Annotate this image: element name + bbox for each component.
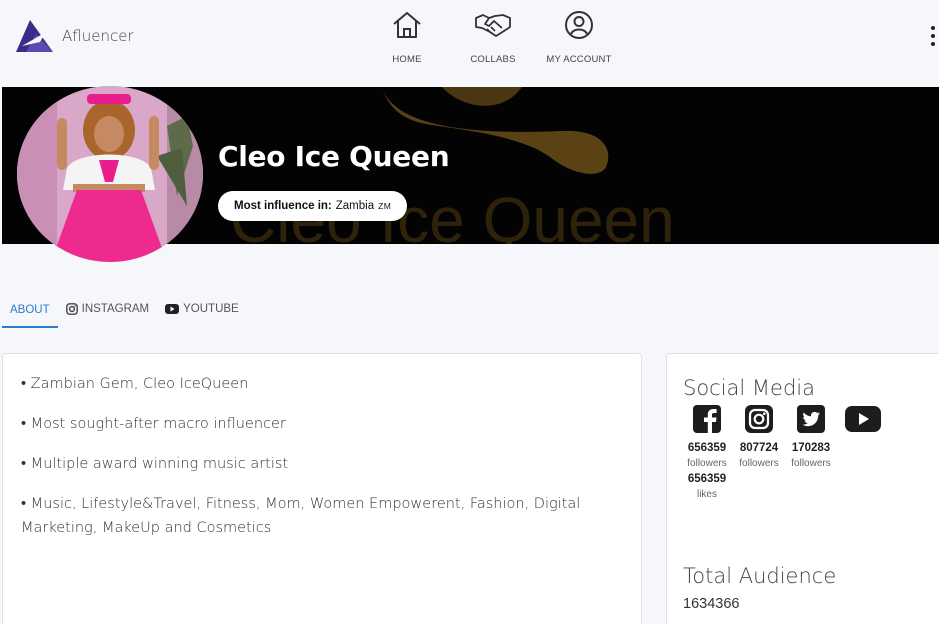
youtube-icon [165,304,180,314]
social-unit: likes [696,489,717,500]
nav-collabs[interactable]: COLLABS [458,8,528,65]
nav-my-account[interactable]: MY ACCOUNT [544,8,614,65]
social-unit: followers [687,458,727,469]
youtube-icon [845,404,881,434]
profile-avatar [17,86,203,262]
about-line: • Zambian Gem, Cleo IceQueen [21,376,249,392]
social-stat-youtube-likes[interactable]: 656359 likes [681,473,733,500]
top-navbar: Afluencer HOME COLLABS MY ACCOUNT [0,0,939,86]
social-count: 656359 [687,473,727,485]
nav-home-label: HOME [392,54,422,65]
social-stat-facebook[interactable]: 656359 followers [681,404,733,469]
facebook-icon [693,404,721,434]
tab-youtube[interactable]: YOUTUBE [157,298,247,324]
tab-instagram-label: INSTAGRAM [81,303,150,315]
handshake-icon [474,8,512,42]
social-stats-grid: 656359 followers 807724 followers 170283… [681,404,889,500]
social-stat-instagram[interactable]: 807724 followers [733,404,785,469]
social-stat-youtube[interactable] [837,404,889,469]
twitter-icon [797,404,825,434]
instagram-icon [745,404,773,434]
nav-my-account-label: MY ACCOUNT [546,54,612,65]
tab-instagram[interactable]: INSTAGRAM [58,298,158,324]
about-line: • Multiple award winning music artist [21,456,289,472]
profile-tabs: ABOUT INSTAGRAM YOUTUBE [2,298,247,328]
total-audience-value: 1634366 [683,596,740,612]
kebab-menu-icon[interactable] [931,26,939,48]
user-circle-icon [564,8,594,42]
tab-youtube-label: YOUTUBE [183,303,239,315]
social-count: 656359 [687,442,727,454]
brand-name: Afluencer [62,27,134,45]
home-icon [391,8,423,42]
profile-name: Cleo Ice Queen [218,140,450,173]
tab-about-label: ABOUT [10,304,50,316]
tab-about[interactable]: ABOUT [2,298,58,328]
influence-label: Most influence in: [234,200,332,212]
afluencer-logo-icon [16,20,53,52]
influence-location-badge: Most influence in: Zambia ZM [218,191,408,221]
social-unit: followers [739,458,779,469]
nav-collabs-label: COLLABS [470,54,516,65]
nav-home[interactable]: HOME [372,8,442,65]
instagram-icon [65,303,78,315]
social-media-title: Social Media [683,376,816,400]
influence-country-code: ZM [378,201,392,211]
influence-country: Zambia [335,200,375,212]
main-nav: HOME COLLABS MY ACCOUNT [372,8,630,65]
social-unit: followers [791,458,831,469]
about-card: • Zambian Gem, Cleo IceQueen • Most soug… [2,353,642,624]
brand-logo-link[interactable]: Afluencer [16,20,134,52]
about-line: • Music, Lifestyle&Travel, Fitness, Mom,… [21,496,581,536]
social-count: 807724 [739,442,779,454]
avatar-photo [17,86,203,262]
total-audience-title: Total Audience [683,564,837,588]
social-stat-twitter[interactable]: 170283 followers [785,404,837,469]
social-count: 170283 [791,442,831,454]
social-media-card: Social Media 656359 followers 807724 fol… [666,353,939,624]
about-line: • Most sought-after macro influencer [21,416,286,432]
